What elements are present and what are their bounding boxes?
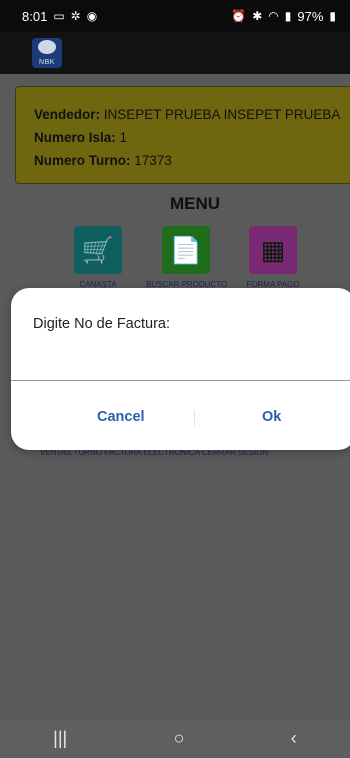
- status-bar: 8:01 ▭ ✲ ◉ ⏰ ✱ ◠ ▮ 97% ▮: [0, 0, 350, 32]
- info-card: Vendedor: INSEPET PRUEBA INSEPET PRUEBA …: [15, 86, 350, 184]
- isla-row: Numero Isla: 1: [34, 126, 350, 149]
- status-left: 8:01 ▭ ✲ ◉: [22, 9, 97, 24]
- spotify-icon: ◉: [86, 9, 98, 23]
- recent-apps-icon[interactable]: |||: [53, 728, 67, 749]
- menu-item-buscar-producto[interactable]: 📄 BUSCAR PRODUCTO: [146, 226, 227, 289]
- invoice-number-input[interactable]: [11, 380, 350, 381]
- isla-value: 1: [119, 130, 128, 145]
- dialog-title: Digite No de Factura:: [33, 316, 171, 332]
- logo-text: NBK: [39, 59, 55, 66]
- menu-title: MENU: [169, 194, 221, 213]
- alarm-icon: ⏰: [231, 9, 247, 23]
- back-icon[interactable]: ‹: [291, 728, 297, 749]
- status-right: ⏰ ✱ ◠ ▮ 97% ▮: [231, 9, 336, 24]
- document-search-icon: 📄: [162, 226, 210, 274]
- pos-terminal-icon: ▦: [249, 226, 297, 274]
- button-divider: [194, 410, 195, 426]
- turno-value: 17373: [134, 153, 172, 168]
- vendedor-row: Vendedor: INSEPET PRUEBA INSEPET PRUEBA: [34, 103, 350, 126]
- navigation-bar: ||| ○ ‹: [0, 719, 350, 758]
- vendedor-value: INSEPET PRUEBA INSEPET PRUEBA: [103, 107, 341, 122]
- settings-icon: ✲: [70, 9, 81, 23]
- battery-icon: ▮: [329, 9, 336, 23]
- turno-row: Numero Turno: 17373: [34, 149, 350, 172]
- app-bar: NBK: [0, 32, 350, 74]
- globe-icon: [38, 40, 56, 54]
- signal-icon: ▮: [284, 9, 292, 23]
- clock: 8:01: [22, 8, 48, 24]
- isla-label: Numero Isla:: [34, 130, 116, 145]
- wifi-icon: ◠: [268, 9, 279, 23]
- cancel-button[interactable]: Cancel: [91, 408, 151, 426]
- home-icon[interactable]: ○: [174, 728, 185, 749]
- vendedor-label: Vendedor:: [34, 107, 101, 122]
- laptop-icon: ▭: [53, 9, 65, 23]
- bluetooth-icon: ✱: [252, 9, 263, 23]
- battery-level: 97%: [297, 8, 324, 24]
- cart-icon: 🛒: [74, 226, 122, 274]
- invoice-dialog: Digite No de Factura: Cancel Ok: [11, 288, 350, 450]
- menu-item-forma-pago[interactable]: ▦ FORMA PAGO: [233, 226, 313, 289]
- turno-label: Numero Turno:: [34, 153, 131, 168]
- menu-item-canasta[interactable]: 🛒 CANASTA: [58, 226, 138, 289]
- app-logo[interactable]: NBK: [32, 38, 62, 68]
- ok-button[interactable]: Ok: [256, 408, 287, 426]
